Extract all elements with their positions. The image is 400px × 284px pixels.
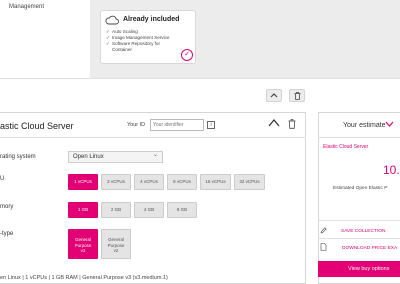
view-buy-options-button[interactable]: View buy options [318, 261, 400, 277]
trash-icon [294, 92, 300, 100]
estimate-price: 10. [383, 163, 400, 177]
feature-item-continued: Container [112, 47, 132, 52]
ram-option[interactable]: 8 GB [167, 202, 197, 218]
download-price-link[interactable]: DOWNLOAD PRICE EXA [342, 246, 397, 251]
flavor-option[interactable]: General Purpose v3 [68, 229, 98, 259]
your-id-label: Your ID [127, 122, 146, 128]
included-title: Already included [123, 16, 180, 23]
info-icon[interactable]: i [207, 121, 215, 129]
estimate-price-label: Estimated Open Elastic P [333, 186, 388, 191]
vcpu-option[interactable]: 16 vCPUs [200, 174, 231, 190]
config-summary: en Linux | 1 vCPUs | 1 GB RAM | General … [0, 275, 168, 281]
ram-option[interactable]: 4 GB [134, 202, 164, 218]
flavor-option[interactable]: General Purpose v2 [101, 229, 131, 259]
section-divider [0, 78, 400, 79]
vcpu-option[interactable]: 32 vCPUs [234, 174, 265, 190]
ram-label: mory [0, 204, 14, 210]
trash-icon[interactable] [288, 119, 296, 129]
estimate-divider [319, 137, 400, 138]
estimate-divider [319, 238, 400, 239]
estimate-divider [319, 220, 400, 221]
feature-item: ✓ Image Management Service [106, 35, 170, 40]
panel-title: astic Cloud Server [0, 121, 74, 131]
feature-item: ✓ Software Repository for [106, 41, 160, 46]
os-select[interactable]: Open Linux [68, 151, 163, 163]
cloud-icon [105, 15, 119, 25]
estimate-product-link[interactable]: Elastic Cloud Server [323, 144, 368, 150]
os-label: rating system [0, 154, 36, 160]
pencil-icon [320, 227, 327, 234]
delete-all-button[interactable] [289, 89, 305, 102]
ram-option[interactable]: 1 GB [68, 202, 98, 218]
feature-item: ✓ Auto Scaling [106, 29, 138, 34]
vcpu-option[interactable]: 4 vCPUs [134, 174, 164, 190]
already-included-card: Already included ✓ Auto Scaling ✓ Image Ma… [100, 10, 196, 64]
document-icon [320, 243, 327, 251]
estimate-title: Your estimate [343, 122, 386, 129]
check-circle-icon: ✓ [181, 49, 193, 61]
vcpu-label: U [0, 176, 5, 182]
flavor-label: -type [0, 231, 14, 237]
chevron-down-icon: ⌄ [153, 152, 159, 158]
vcpu-option[interactable]: 8 vCPUs [167, 174, 197, 190]
vcpu-option[interactable]: 1 vCPUs [68, 174, 98, 190]
vcpu-option[interactable]: 2 vCPUs [101, 174, 131, 190]
chevron-down-icon[interactable] [385, 120, 394, 128]
panel-divider [0, 137, 306, 138]
chevron-up-icon [270, 93, 278, 98]
save-collection-link[interactable]: SAVE COLLECTION [341, 229, 385, 234]
chevron-up-icon[interactable] [268, 118, 280, 128]
collapse-all-button[interactable] [266, 89, 282, 102]
management-label: Management [9, 4, 45, 10]
ram-option[interactable]: 2 GB [101, 202, 131, 218]
your-id-input[interactable] [150, 119, 204, 131]
